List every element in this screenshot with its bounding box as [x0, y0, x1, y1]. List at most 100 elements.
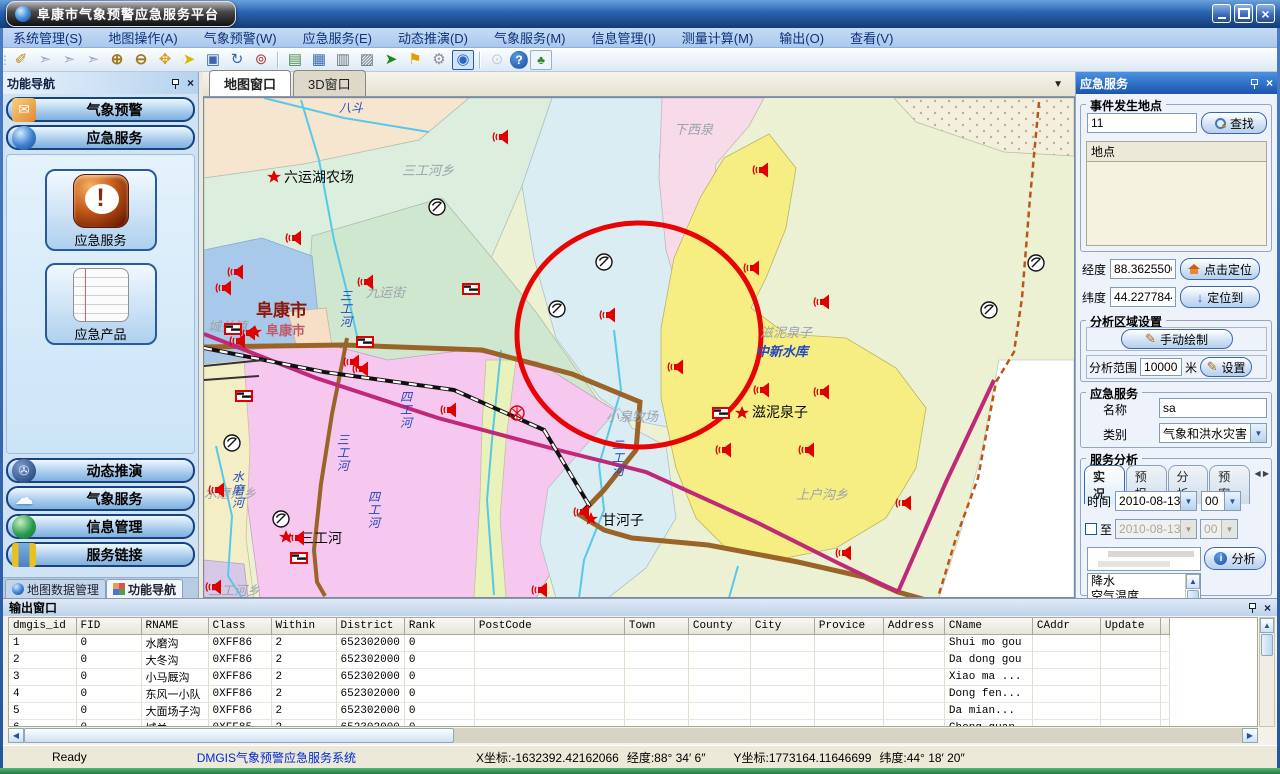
tree-icon[interactable]: ♣	[530, 50, 552, 70]
column-header[interactable]: Town	[624, 618, 688, 634]
list-item[interactable]: 空气温度	[1088, 589, 1185, 598]
mine-marker[interactable]	[596, 254, 612, 270]
scroll-right-icon[interactable]: ▶	[1242, 728, 1258, 743]
chevron-down-icon[interactable]: ▼	[1250, 424, 1266, 442]
toolbar-separator[interactable]	[277, 51, 279, 69]
column-header[interactable]: Address	[883, 618, 944, 634]
search-button[interactable]: 查找	[1201, 112, 1267, 134]
map-canvas[interactable]: 八斗六运湖农场三工河乡下西泉九运街阜康市城关镇阜康市水磨沟乡三工河乡三工河甘河子…	[203, 97, 1075, 598]
hour-select[interactable]: 00 ▼	[1201, 491, 1241, 511]
toolbar-separator[interactable]	[479, 51, 481, 69]
nav-button[interactable]: 气象服务	[6, 486, 195, 511]
table-row[interactable]: 30小马厩沟0XFF8626523020000Xiao ma ...	[9, 668, 1169, 685]
left-panel-tab[interactable]: 功能导航	[106, 579, 183, 598]
mine-marker[interactable]	[981, 302, 997, 318]
zoom-in-icon[interactable]: ⊕	[106, 50, 128, 70]
tab-scroll-icons[interactable]: ◀ ▶	[1254, 469, 1269, 478]
measure-icon[interactable]: ✐	[10, 50, 32, 70]
mine-marker[interactable]	[429, 199, 445, 215]
element-listbox[interactable]: 降水空气温度空气湿度 ▲	[1087, 573, 1201, 598]
horizontal-scrollbar[interactable]: ◀ ▶	[8, 728, 1258, 743]
flag-marker[interactable]	[462, 283, 480, 295]
menu-item[interactable]: 系统管理(S)	[0, 28, 95, 47]
manual-draw-button[interactable]: ✎ 手动绘制	[1121, 329, 1233, 349]
table-row[interactable]: 40东风一小队0XFF8626523020000Dong fen...	[9, 685, 1169, 702]
column-header[interactable]: CAddr	[1032, 618, 1100, 634]
table-row[interactable]: 60城关0XFF8526523020000Cheng guan	[9, 719, 1169, 727]
pin-icon[interactable]	[1247, 602, 1258, 613]
service-name-input[interactable]	[1159, 398, 1267, 418]
menu-item[interactable]: 气象服务(M)	[481, 28, 579, 47]
menu-item[interactable]: 查看(V)	[837, 28, 906, 47]
help-icon[interactable]: ?	[510, 51, 528, 69]
vertical-scrollbar[interactable]: ▲	[1259, 617, 1275, 727]
set-button[interactable]: ✎ 设置	[1200, 357, 1252, 377]
menu-item[interactable]: 输出(O)	[766, 28, 837, 47]
map-tab[interactable]: 3D窗口	[293, 70, 366, 96]
close-icon[interactable]: ×	[1266, 77, 1273, 89]
flag-marker[interactable]	[235, 390, 253, 402]
flag-marker[interactable]	[290, 552, 308, 564]
location-list[interactable]: 地点	[1086, 141, 1267, 246]
flag-marker[interactable]	[712, 407, 730, 419]
column-header[interactable]: Within	[271, 618, 336, 634]
nav-button[interactable]: 应急服务	[6, 125, 195, 150]
select-lasso-icon[interactable]: ➣	[82, 50, 104, 70]
select-arrow-icon[interactable]: ➣	[34, 50, 56, 70]
settings-gear-icon[interactable]: ⚙	[428, 50, 450, 70]
pin-icon[interactable]	[1249, 78, 1260, 89]
column-header[interactable]: Rank	[404, 618, 474, 634]
full-extent-icon[interactable]: ▣	[202, 50, 224, 70]
refresh-icon[interactable]: ↻	[226, 50, 248, 70]
location-search-input[interactable]	[1087, 113, 1197, 133]
column-header[interactable]: PostCode	[474, 618, 624, 634]
location-list-header[interactable]: 地点	[1087, 142, 1266, 162]
close-icon[interactable]: ×	[187, 77, 194, 89]
column-header[interactable]: dmgis_id	[9, 618, 76, 634]
latitude-field[interactable]	[1110, 287, 1176, 307]
mine-marker[interactable]	[549, 301, 565, 317]
column-header[interactable]: District	[336, 618, 404, 634]
column-header[interactable]: City	[750, 618, 814, 634]
identify-icon[interactable]: ⊚	[250, 50, 272, 70]
launch-card[interactable]: 应急产品	[45, 263, 157, 345]
range-input[interactable]	[1140, 358, 1182, 376]
green-arrow-icon[interactable]: ➤	[380, 50, 402, 70]
menu-item[interactable]: 动态推演(D)	[385, 28, 481, 47]
scroll-up-icon[interactable]: ▲	[1260, 618, 1274, 633]
nav-button[interactable]: 服务链接	[6, 542, 195, 567]
maximize[interactable]	[1234, 4, 1253, 23]
launch-card[interactable]: 应急服务	[45, 169, 157, 251]
menu-item[interactable]: 测量计算(M)	[669, 28, 767, 47]
map-tab[interactable]: 地图窗口	[209, 70, 291, 96]
column-header[interactable]: Update	[1100, 618, 1160, 634]
output-table[interactable]: dmgis_idFIDRNAMEClassWithinDistrictRankP…	[9, 618, 1170, 727]
analyze-button[interactable]: i 分析	[1204, 547, 1266, 570]
chevron-down-icon[interactable]: ▼	[1180, 492, 1196, 510]
mine-marker[interactable]	[273, 511, 289, 527]
locate-to-button[interactable]: ↓ 定位到	[1180, 286, 1260, 308]
globe-tool-icon[interactable]: ◉	[452, 50, 474, 70]
chevron-down-icon[interactable]: ▼	[1053, 79, 1063, 90]
column-header[interactable]: Class	[208, 618, 271, 634]
column-header[interactable]: FID	[76, 618, 141, 634]
zoom-out-icon[interactable]: ⊖	[130, 50, 152, 70]
list-item[interactable]: 降水	[1088, 574, 1185, 589]
placemark-icon[interactable]: ⚑	[404, 50, 426, 70]
menu-item[interactable]: 地图操作(A)	[95, 28, 190, 47]
column-header[interactable]: RNAME	[141, 618, 208, 634]
layers-icon[interactable]: ▤	[284, 50, 306, 70]
flag-marker[interactable]	[356, 336, 374, 348]
mine-marker[interactable]	[1028, 255, 1044, 271]
nav-button[interactable]: 动态推演	[6, 458, 195, 483]
left-panel-tab[interactable]: 地图数据管理	[5, 579, 106, 598]
scroll-left-icon[interactable]: ◀	[8, 728, 24, 743]
select-rect-icon[interactable]: ➣	[58, 50, 80, 70]
column-header[interactable]: CName	[944, 618, 1032, 634]
scrollbar-thumb[interactable]	[24, 728, 454, 743]
column-header[interactable]: County	[688, 618, 750, 634]
menu-item[interactable]: 信息管理(I)	[579, 28, 669, 47]
nav-button[interactable]: 信息管理	[6, 514, 195, 539]
eye-icon[interactable]: ⊙	[486, 50, 508, 70]
pointer-icon[interactable]: ➤	[178, 50, 200, 70]
